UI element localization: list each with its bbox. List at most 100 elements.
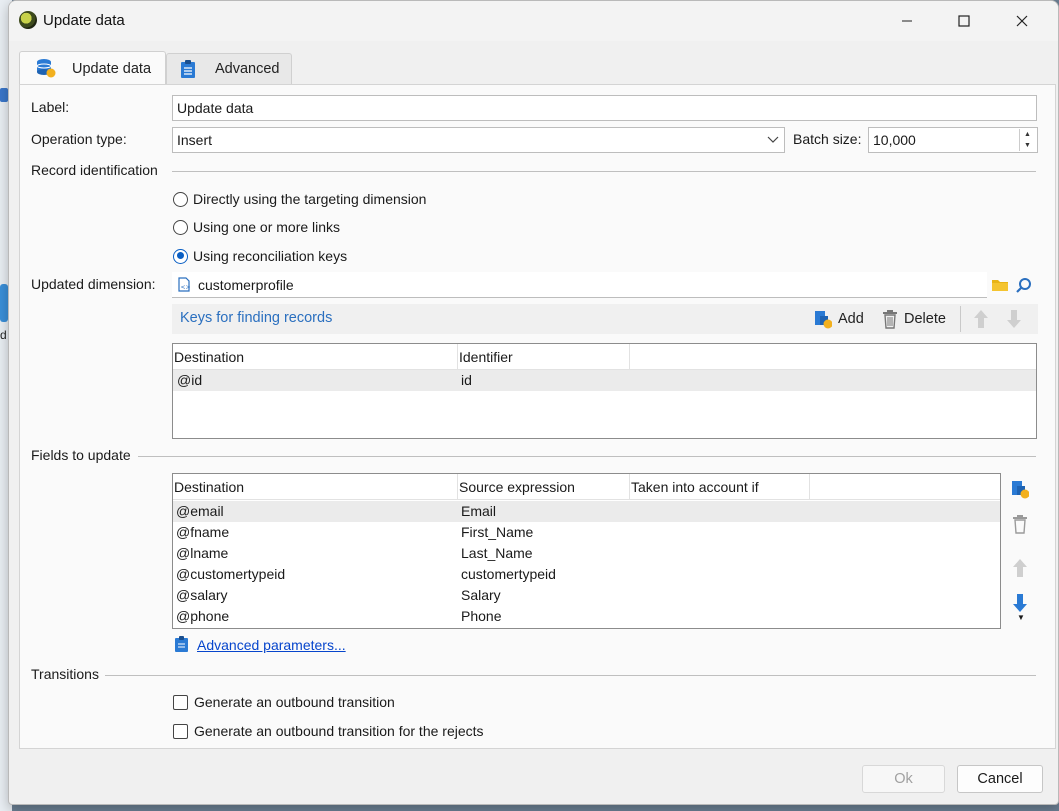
move-up-icon[interactable]: [972, 308, 990, 333]
updated-dimension-caption: Updated dimension:: [31, 276, 156, 292]
batch-size-caption: Batch size:: [793, 131, 862, 147]
source-cell: Salary: [461, 587, 501, 603]
batch-size-stepper[interactable]: 10,000 ▲ ▼: [868, 127, 1038, 153]
section-divider: [172, 171, 1036, 172]
add-field-icon[interactable]: [1011, 478, 1030, 503]
column-header[interactable]: Taken into account if: [630, 474, 810, 500]
add-icon: [814, 309, 832, 329]
batch-size-spin[interactable]: ▲ ▼: [1019, 129, 1035, 151]
clipboard-icon: [179, 59, 197, 83]
table-row[interactable]: @fname First_Name: [173, 522, 1000, 543]
source-cell: Last_Name: [461, 545, 533, 561]
table-row[interactable]: @phone Phone: [173, 606, 1000, 627]
operation-type-value: Insert: [177, 132, 213, 148]
column-header[interactable]: Destination: [173, 474, 458, 500]
record-identification-heading: Record identification: [31, 162, 158, 178]
operation-type-select[interactable]: Insert: [172, 127, 785, 153]
tab-advanced-label: Advanced: [215, 61, 280, 77]
label-caption: Label:: [31, 99, 70, 115]
spin-up-icon[interactable]: ▲: [1020, 129, 1035, 140]
delete-field-icon[interactable]: [1012, 514, 1028, 537]
section-divider: [105, 675, 1036, 676]
search-icon[interactable]: [1016, 277, 1032, 296]
clipboard-icon: [174, 635, 190, 656]
database-refresh-icon: [36, 58, 56, 82]
condition-cell: [630, 522, 810, 543]
column-header[interactable]: Identifier: [458, 344, 630, 370]
add-key-button[interactable]: Add: [814, 309, 864, 329]
background-app-icon: [0, 284, 8, 322]
condition-cell: [630, 606, 810, 627]
tab-advanced[interactable]: Advanced: [166, 53, 292, 84]
identifier-cell: id: [461, 372, 472, 388]
keys-toolbar: Keys for finding records Add Delete: [172, 304, 1038, 334]
ok-button[interactable]: Ok: [862, 765, 945, 793]
radio-direct-targeting[interactable]: Directly using the targeting dimension: [173, 191, 426, 207]
background-text: d: [0, 328, 7, 342]
condition-cell: [630, 585, 810, 606]
chevron-down-icon: [766, 132, 780, 149]
destination-cell: @phone: [176, 608, 230, 624]
destination-cell: @fname: [176, 524, 230, 540]
app-logo-icon: [19, 11, 37, 29]
destination-cell: @id: [177, 372, 203, 388]
add-key-label: Add: [838, 311, 864, 327]
more-options-icon[interactable]: ▼: [1017, 613, 1025, 622]
spin-down-icon[interactable]: ▼: [1020, 140, 1035, 151]
delete-key-button[interactable]: Delete: [882, 309, 946, 329]
advanced-parameters-link[interactable]: Advanced parameters...: [197, 637, 346, 653]
tab-update-data[interactable]: Update data: [19, 51, 166, 85]
move-down-icon[interactable]: [1005, 308, 1023, 333]
radio-reconciliation-keys[interactable]: Using reconciliation keys: [173, 248, 347, 264]
source-cell: customertypeid: [461, 566, 556, 582]
batch-size-value: 10,000: [873, 132, 916, 148]
maximize-button[interactable]: [941, 7, 987, 35]
radio-label: Using one or more links: [193, 219, 341, 235]
section-divider: [138, 456, 1036, 457]
transitions-heading: Transitions: [31, 666, 99, 682]
source-cell: Email: [461, 503, 497, 519]
condition-cell: [630, 564, 810, 585]
condition-cell: [630, 543, 810, 564]
source-cell: Phone: [461, 608, 502, 624]
update-data-panel: Label: Update data Operation type: Inser…: [19, 84, 1056, 749]
update-data-dialog: Update data Update data Advanced Label: …: [8, 0, 1059, 805]
keys-table[interactable]: Destination Identifier @id id: [172, 343, 1037, 439]
radio-indicator: [173, 219, 188, 235]
destination-cell: @salary: [176, 587, 228, 603]
destination-cell: @customertypeid: [176, 566, 286, 582]
title-bar: Update data: [9, 1, 1058, 41]
folder-icon[interactable]: [991, 277, 1009, 296]
radio-using-links[interactable]: Using one or more links: [173, 219, 340, 235]
condition-cell: [630, 501, 810, 522]
checkbox-outbound-rejects[interactable]: Generate an outbound transition for the …: [173, 723, 484, 739]
toolbar-separator: [960, 306, 961, 332]
table-row[interactable]: @id id: [173, 370, 1036, 391]
move-up-field-icon[interactable]: [1011, 557, 1029, 582]
tab-update-data-label: Update data: [72, 60, 152, 77]
checkbox-label: Generate an outbound transition: [194, 694, 395, 710]
cancel-button[interactable]: Cancel: [957, 765, 1043, 793]
destination-cell: @lname: [176, 545, 229, 561]
fields-table[interactable]: Destination Source expression Taken into…: [172, 473, 1001, 629]
table-row[interactable]: @customertypeid customertypeid: [173, 564, 1000, 585]
close-button[interactable]: [999, 7, 1045, 35]
svg-text:<>: <>: [181, 284, 191, 291]
table-row[interactable]: @email Email: [173, 501, 1000, 522]
fields-to-update-heading: Fields to update: [31, 447, 131, 463]
column-header[interactable]: Source expression: [458, 474, 630, 500]
updated-dimension-field[interactable]: <> customerprofile: [172, 272, 987, 298]
destination-cell: @email: [176, 503, 224, 519]
checkbox-outbound-transition[interactable]: Generate an outbound transition: [173, 694, 395, 710]
cancel-button-label: Cancel: [977, 771, 1023, 787]
maximize-icon: [958, 15, 970, 27]
minimize-button[interactable]: [884, 7, 930, 35]
table-row[interactable]: @salary Salary: [173, 585, 1000, 606]
label-input[interactable]: Update data: [172, 95, 1037, 121]
radio-indicator: [173, 248, 188, 264]
close-icon: [1016, 15, 1028, 27]
column-header[interactable]: Destination: [173, 344, 458, 370]
checkbox-label: Generate an outbound transition for the …: [194, 723, 484, 739]
background-app-icon: [0, 88, 8, 102]
table-row[interactable]: @lname Last_Name: [173, 543, 1000, 564]
